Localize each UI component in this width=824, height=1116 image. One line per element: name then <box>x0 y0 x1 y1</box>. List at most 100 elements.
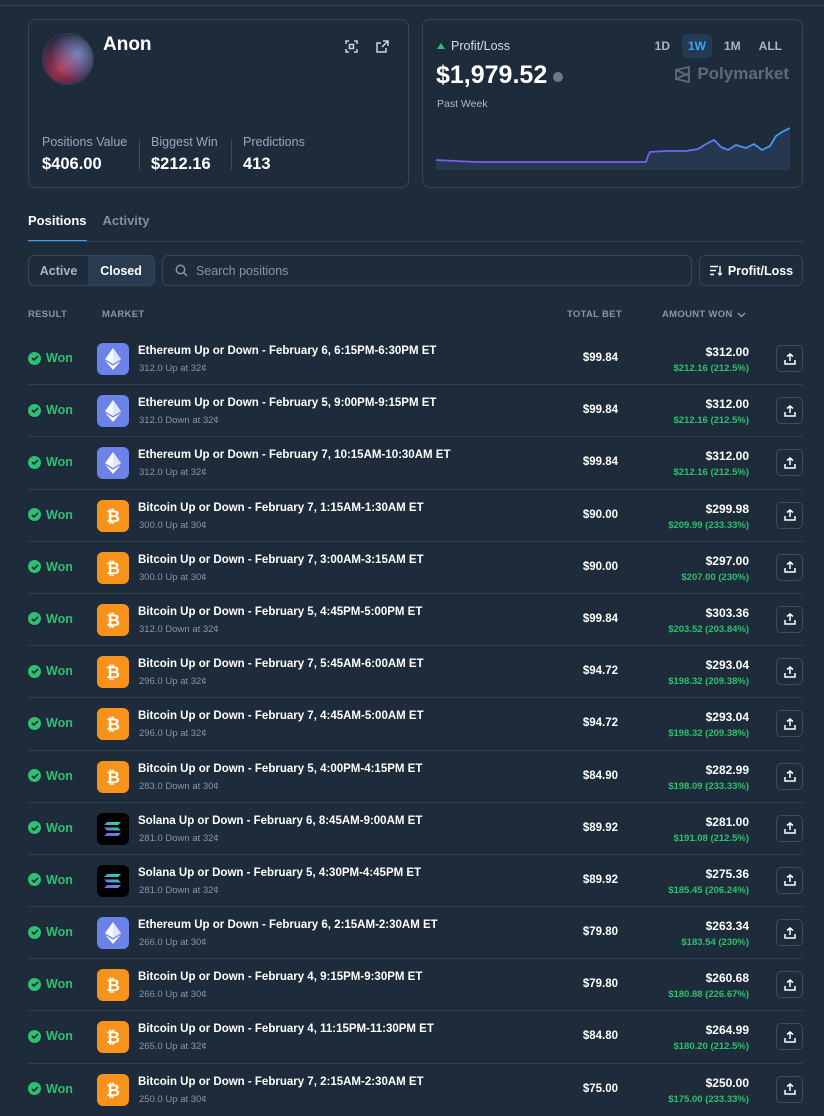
table-row[interactable]: Won Ethereum Up or Down - February 6, 2:1… <box>28 907 803 960</box>
amount-won: $312.00 <box>705 345 749 359</box>
market-position: 300.0 Up at 30¢ <box>139 519 207 531</box>
market-title[interactable]: Bitcoin Up or Down - February 5, 4:00PM-… <box>138 763 422 775</box>
result-badge: Won <box>28 508 73 522</box>
market-title[interactable]: Bitcoin Up or Down - February 7, 3:00AM-… <box>138 554 424 566</box>
qr-scan-icon[interactable] <box>343 38 359 54</box>
profit-percent: $183.54 (230%) <box>681 937 749 949</box>
total-bet: $79.80 <box>582 978 618 991</box>
share-button[interactable] <box>776 397 803 425</box>
market-title[interactable]: Ethereum Up or Down - February 6, 6:15PM… <box>138 345 436 357</box>
svg-text:₿: ₿ <box>106 611 120 630</box>
amount-won: $293.04 <box>705 658 749 673</box>
share-button[interactable] <box>776 345 803 372</box>
result-label: Won <box>46 1081 73 1096</box>
range-tab-1d[interactable]: 1D <box>649 34 676 58</box>
result-badge: Won <box>28 716 73 730</box>
market-title[interactable]: Bitcoin Up or Down - February 4, 11:15PM… <box>138 1023 434 1035</box>
avatar[interactable] <box>42 33 94 85</box>
market-title[interactable]: Bitcoin Up or Down - February 7, 4:45AM-… <box>138 710 424 722</box>
result-label: Won <box>46 768 73 783</box>
share-button[interactable] <box>776 762 803 790</box>
table-row[interactable]: Won ₿ Bitcoin Up or Down - February 7, 2:1… <box>28 1064 803 1116</box>
header-amount-won[interactable]: AMOUNT WON <box>662 309 746 320</box>
filter-closed-button[interactable]: Closed <box>88 256 154 285</box>
market-title[interactable]: Bitcoin Up or Down - February 5, 4:45PM-… <box>138 606 422 618</box>
sort-label: Profit/Loss <box>727 263 794 278</box>
table-row[interactable]: Won ₿ Bitcoin Up or Down - February 7, 3:0… <box>28 542 803 594</box>
svg-text:₿: ₿ <box>106 976 120 995</box>
share-button[interactable] <box>776 1023 803 1051</box>
result-badge: Won <box>28 1029 73 1043</box>
info-icon[interactable] <box>553 72 564 82</box>
share-button[interactable] <box>776 710 803 738</box>
stat-positions-value: Positions Value $406.00 <box>42 135 127 174</box>
share-button[interactable] <box>776 605 803 633</box>
pnl-value-text: $1,979.52 <box>436 61 548 89</box>
share-button[interactable] <box>776 449 803 477</box>
total-bet: $99.84 <box>582 456 618 469</box>
total-bet: $89.92 <box>582 821 618 834</box>
total-bet: $99.84 <box>582 352 618 364</box>
table-row[interactable]: Won ₿ Bitcoin Up or Down - February 4, 11:… <box>28 1011 803 1064</box>
sort-profit-loss-button[interactable]: Profit/Loss <box>699 255 803 286</box>
range-tab-1m[interactable]: 1M <box>718 34 747 58</box>
share-button[interactable] <box>776 919 803 947</box>
share-button[interactable] <box>776 501 803 529</box>
range-tab-1w[interactable]: 1W <box>682 34 712 58</box>
table-row[interactable]: Won Ethereum Up or Down - February 7, 10:… <box>28 437 803 490</box>
table-row[interactable]: Won ₿ Bitcoin Up or Down - February 4, 9:1… <box>28 959 803 1012</box>
profile-card: Anon Positions Value $406.00 Biggest Win… <box>28 19 409 188</box>
result-label: Won <box>46 664 73 679</box>
table-row[interactable]: Won ₿ Bitcoin Up or Down - February 7, 4:4… <box>28 698 803 751</box>
market-title[interactable]: Bitcoin Up or Down - February 4, 9:15PM-… <box>138 971 422 983</box>
search-input[interactable] <box>196 263 676 278</box>
search-box[interactable] <box>162 255 692 286</box>
tab-activity[interactable]: Activity <box>103 213 150 242</box>
share-button[interactable] <box>776 971 803 999</box>
market-title[interactable]: Solana Up or Down - February 5, 4:30PM-4… <box>138 867 421 879</box>
header-total-bet[interactable]: TOTAL BET <box>567 309 622 320</box>
table-row[interactable]: Won Ethereum Up or Down - February 6, 6:1… <box>28 333 803 386</box>
amount-won: $303.36 <box>705 605 749 620</box>
market-title[interactable]: Bitcoin Up or Down - February 7, 1:15AM-… <box>138 502 424 514</box>
share-button[interactable] <box>776 866 803 894</box>
result-label: Won <box>46 611 73 626</box>
table-row[interactable]: Won Solana Up or Down - February 5, 4:30P… <box>28 855 803 908</box>
table-row[interactable]: Won ₿ Bitcoin Up or Down - February 5, 4:0… <box>28 751 803 803</box>
ethereum-icon <box>97 447 129 480</box>
share-icon <box>783 352 796 365</box>
share-button[interactable] <box>776 553 803 581</box>
table-row[interactable]: Won ₿ Bitcoin Up or Down - February 7, 1:1… <box>28 490 803 542</box>
check-circle-icon <box>28 769 41 782</box>
range-tab-all[interactable]: ALL <box>753 34 788 58</box>
share-button[interactable] <box>776 1075 803 1103</box>
market-title[interactable]: Ethereum Up or Down - February 5, 9:00PM… <box>138 397 436 409</box>
filter-active-button[interactable]: Active <box>29 256 88 285</box>
result-label: Won <box>46 820 73 835</box>
market-position: 312.0 Up at 32¢ <box>139 467 207 479</box>
market-position: 312.0 Down at 32¢ <box>139 415 219 427</box>
external-link-icon[interactable] <box>374 38 390 54</box>
result-label: Won <box>46 1029 73 1044</box>
market-title[interactable]: Bitcoin Up or Down - February 7, 2:15AM-… <box>138 1076 424 1088</box>
amount-won: $293.04 <box>705 710 749 725</box>
table-row[interactable]: Won Solana Up or Down - February 6, 8:45A… <box>28 803 803 855</box>
table-row[interactable]: Won ₿ Bitcoin Up or Down - February 7, 5:4… <box>28 646 803 699</box>
result-badge: Won <box>28 821 73 835</box>
share-button[interactable] <box>776 658 803 686</box>
market-title[interactable]: Ethereum Up or Down - February 6, 2:15AM… <box>138 919 438 931</box>
tab-positions[interactable]: Positions <box>28 213 87 242</box>
bitcoin-icon: ₿ <box>97 760 129 793</box>
profit-percent: $198.32 (209.38%) <box>668 676 749 688</box>
market-title[interactable]: Ethereum Up or Down - February 7, 10:15A… <box>138 449 450 461</box>
market-title[interactable]: Bitcoin Up or Down - February 7, 5:45AM-… <box>138 658 424 670</box>
check-circle-icon <box>28 977 41 991</box>
table-row[interactable]: Won Ethereum Up or Down - February 5, 9:0… <box>28 385 803 438</box>
svg-text:₿: ₿ <box>106 1081 120 1100</box>
market-position: 265.0 Up at 32¢ <box>139 1041 207 1053</box>
check-circle-icon <box>28 925 41 939</box>
market-title[interactable]: Solana Up or Down - February 6, 8:45AM-9… <box>138 815 422 827</box>
table-row[interactable]: Won ₿ Bitcoin Up or Down - February 5, 4:4… <box>28 594 803 647</box>
bitcoin-icon: ₿ <box>97 551 129 584</box>
share-button[interactable] <box>776 814 803 842</box>
